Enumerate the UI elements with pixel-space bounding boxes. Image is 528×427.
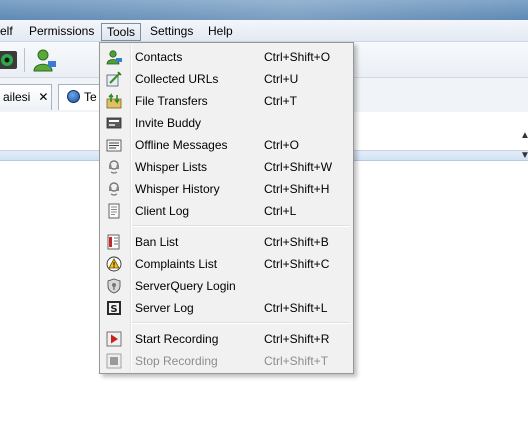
menu-item-contacts[interactable]: Contacts Ctrl+Shift+O xyxy=(102,46,351,68)
menu-item-shortcut: Ctrl+Shift+C xyxy=(264,257,330,271)
menu-item-ban-list[interactable]: Ban List Ctrl+Shift+B xyxy=(102,231,351,253)
collected-urls-icon xyxy=(106,71,122,87)
menu-item-client-log[interactable]: Client Log Ctrl+L xyxy=(102,200,351,222)
menu-item-label: Contacts xyxy=(135,50,183,64)
tab-label: ailesi xyxy=(3,90,31,104)
invite-buddy-icon xyxy=(106,115,122,131)
scroll-up-icon[interactable]: ▲ xyxy=(520,130,528,142)
menu-item-shortcut: Ctrl+Shift+L xyxy=(264,301,328,315)
menu-item-label: Offline Messages xyxy=(135,138,228,152)
menu-item-whisper-history[interactable]: Whisper History Ctrl+Shift+H xyxy=(102,178,351,200)
menu-item-complaints-list[interactable]: Complaints List Ctrl+Shift+C xyxy=(102,253,351,275)
file-transfers-icon xyxy=(106,93,122,109)
menu-item-shortcut: Ctrl+Shift+B xyxy=(264,235,329,249)
menu-settings[interactable]: Settings xyxy=(147,23,196,41)
contacts-icon xyxy=(106,49,122,65)
offline-messages-icon xyxy=(106,137,122,153)
tab-server-1[interactable]: ailesi ✕ xyxy=(0,84,52,110)
contacts-toolbar-button[interactable] xyxy=(31,46,57,74)
menu-bar: elf Permissions Tools Settings Help xyxy=(0,20,528,42)
svg-text:S: S xyxy=(110,304,117,315)
menu-item-label: Start Recording xyxy=(135,332,219,346)
toggle-view-button[interactable] xyxy=(0,46,20,74)
menu-help[interactable]: Help xyxy=(205,23,236,41)
menu-item-serverquery-login[interactable]: ServerQuery Login xyxy=(102,275,351,297)
menu-item-label: File Transfers xyxy=(135,94,208,108)
ban-list-icon xyxy=(106,234,122,250)
menu-item-shortcut: Ctrl+Shift+O xyxy=(264,50,331,64)
title-bar-glow xyxy=(0,0,528,20)
menu-item-label: ServerQuery Login xyxy=(135,279,236,293)
eye-icon xyxy=(0,51,17,69)
menu-item-label: Whisper History xyxy=(135,182,220,196)
user-icon xyxy=(33,49,56,72)
tools-menu: Contacts Ctrl+Shift+O Collected URLs Ctr… xyxy=(99,42,354,374)
menu-item-offline-messages[interactable]: Offline Messages Ctrl+O xyxy=(102,134,351,156)
complaints-list-icon xyxy=(106,256,122,272)
menu-item-shortcut: Ctrl+Shift+H xyxy=(264,182,330,196)
close-icon[interactable]: ✕ xyxy=(38,90,48,104)
client-log-icon xyxy=(106,203,122,219)
menu-item-stop-recording: Stop Recording Ctrl+Shift+T xyxy=(102,350,351,372)
menu-item-label: Stop Recording xyxy=(135,354,218,368)
menu-item-label: Whisper Lists xyxy=(135,160,208,174)
menu-item-start-recording[interactable]: Start Recording Ctrl+Shift+R xyxy=(102,328,351,350)
menu-item-label: Ban List xyxy=(135,235,179,249)
menu-item-collected-urls[interactable]: Collected URLs Ctrl+U xyxy=(102,68,351,90)
menu-item-whisper-lists[interactable]: Whisper Lists Ctrl+Shift+W xyxy=(102,156,351,178)
menu-item-shortcut: Ctrl+O xyxy=(264,138,300,152)
tab-label: Te xyxy=(84,90,97,104)
stop-recording-icon xyxy=(106,353,122,369)
menu-permissions[interactable]: Permissions xyxy=(26,23,97,41)
menu-item-shortcut: Ctrl+L xyxy=(264,204,297,218)
start-recording-icon xyxy=(106,331,122,347)
title-bar xyxy=(0,0,528,20)
menu-separator xyxy=(132,225,350,227)
menu-separator xyxy=(132,322,350,324)
menu-item-invite-buddy[interactable]: Invite Buddy xyxy=(102,112,351,134)
serverquery-login-icon xyxy=(106,278,122,294)
menu-item-shortcut: Ctrl+U xyxy=(264,72,299,86)
menu-item-shortcut: Ctrl+Shift+T xyxy=(264,354,329,368)
menu-item-shortcut: Ctrl+Shift+R xyxy=(264,332,330,346)
menu-item-label: Collected URLs xyxy=(135,72,219,86)
menu-item-label: Server Log xyxy=(135,301,194,315)
whisper-lists-icon xyxy=(106,159,122,175)
whisper-history-icon xyxy=(106,181,122,197)
toolbar-separator xyxy=(24,48,25,72)
scroll-down-icon[interactable]: ▼ xyxy=(520,150,528,162)
menu-tools[interactable]: Tools xyxy=(101,23,141,41)
menu-item-server-log[interactable]: S Server Log Ctrl+Shift+L xyxy=(102,297,351,319)
server-log-icon: S xyxy=(106,300,122,316)
server-status-icon xyxy=(67,90,80,103)
menu-self[interactable]: elf xyxy=(0,23,16,41)
menu-item-file-transfers[interactable]: File Transfers Ctrl+T xyxy=(102,90,351,112)
menu-item-label: Complaints List xyxy=(135,257,218,271)
menu-item-shortcut: Ctrl+T xyxy=(264,94,297,108)
menu-item-label: Invite Buddy xyxy=(135,116,202,130)
menu-item-label: Client Log xyxy=(135,204,190,218)
menu-item-shortcut: Ctrl+Shift+W xyxy=(264,160,333,174)
